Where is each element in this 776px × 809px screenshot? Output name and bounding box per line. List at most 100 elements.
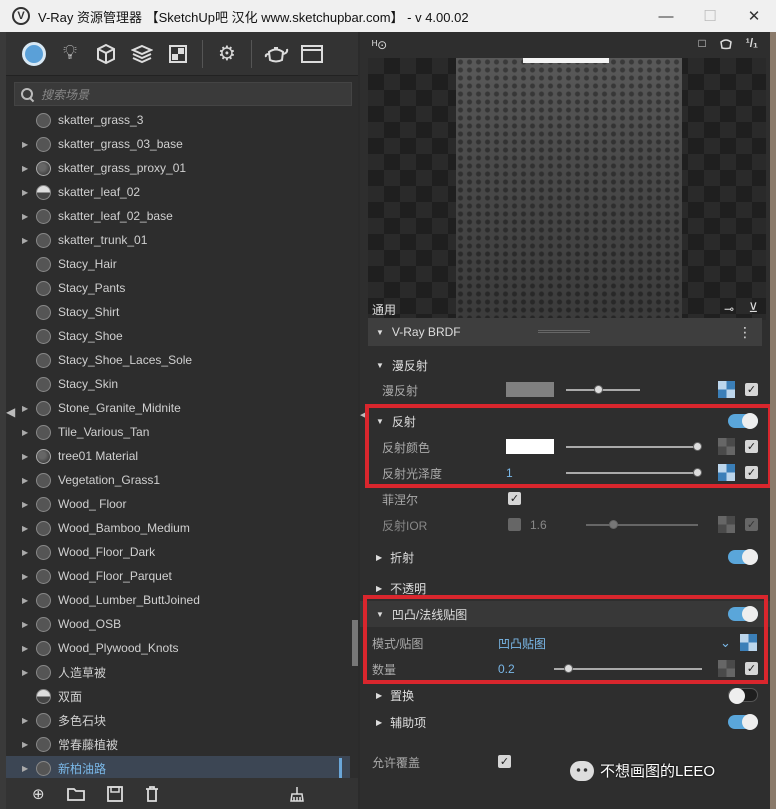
- preview-background-icon[interactable]: □: [698, 36, 705, 50]
- close-button[interactable]: ✕: [732, 0, 776, 32]
- expand-arrow-icon[interactable]: ▶: [22, 476, 36, 485]
- render-teapot-button[interactable]: [258, 36, 294, 72]
- reflection-glossiness-map-button[interactable]: [718, 464, 735, 481]
- reflection-ior-map-checkbox[interactable]: ✓: [745, 518, 758, 531]
- material-list-item[interactable]: ▶ Stone_Granite_Midnite: [6, 396, 350, 420]
- reflection-glossiness-value[interactable]: 1: [506, 466, 513, 480]
- expand-arrow-icon[interactable]: ▶: [22, 500, 36, 509]
- expand-arrow-icon[interactable]: ▶: [22, 764, 36, 773]
- expand-arrow-icon[interactable]: ▶: [22, 716, 36, 725]
- list-scrollbar[interactable]: [352, 110, 358, 778]
- expand-arrow-icon[interactable]: ▶: [22, 644, 36, 653]
- reflection-toggle[interactable]: [728, 413, 758, 429]
- layers-tab[interactable]: [124, 36, 160, 72]
- settings-tab[interactable]: ⚙: [209, 36, 245, 72]
- diffuse-color-swatch[interactable]: [506, 382, 554, 397]
- maximize-button[interactable]: ☐: [688, 0, 732, 32]
- refraction-expand-icon[interactable]: ▶: [376, 553, 382, 562]
- expand-arrow-icon[interactable]: ▶: [22, 140, 36, 149]
- bump-mode-value[interactable]: 凹凸贴图: [498, 635, 546, 652]
- drag-handle-icon[interactable]: [538, 330, 590, 334]
- expand-arrow-icon[interactable]: ▶: [22, 596, 36, 605]
- expand-arrow-icon[interactable]: ▶: [22, 188, 36, 197]
- bump-amount-slider-knob[interactable]: [563, 664, 573, 673]
- preview-resolution-icon[interactable]: ¹/₁: [746, 36, 758, 50]
- save-icon[interactable]: [106, 785, 123, 802]
- reflection-color-swatch[interactable]: [506, 439, 554, 454]
- delete-icon[interactable]: [145, 785, 159, 802]
- purge-icon[interactable]: [289, 786, 305, 802]
- material-list-item[interactable]: 双面: [6, 684, 350, 708]
- material-list-item[interactable]: ▶ Wood_Floor_Parquet: [6, 564, 350, 588]
- expand-arrow-icon[interactable]: ▶: [22, 620, 36, 629]
- reflection-color-slider[interactable]: [566, 442, 702, 451]
- material-list-item[interactable]: ▶ skatter_grass_proxy_01: [6, 156, 350, 180]
- bump-amount-map-button[interactable]: [718, 660, 735, 677]
- reflection-ior-value[interactable]: 1.6: [530, 518, 547, 532]
- fresnel-checkbox[interactable]: ✓: [508, 492, 521, 505]
- open-folder-icon[interactable]: [66, 786, 85, 802]
- lights-tab[interactable]: 💡︎: [52, 36, 88, 72]
- diffuse-map-button[interactable]: [718, 381, 735, 398]
- reflection-ior-map-button[interactable]: [718, 516, 735, 533]
- bump-amount-value[interactable]: 0.2: [498, 662, 515, 676]
- bump-mode-dropdown-icon[interactable]: ⌄: [720, 635, 731, 651]
- bump-map-button[interactable]: [740, 634, 757, 651]
- reflection-glossiness-slider[interactable]: [566, 468, 702, 477]
- material-list-item[interactable]: ▶ Wood_OSB: [6, 612, 350, 636]
- reflection-glossiness-slider-knob[interactable]: [693, 468, 702, 477]
- material-list-item[interactable]: ▶ Vegetation_Grass1: [6, 468, 350, 492]
- material-list-item[interactable]: ▶ Tile_Various_Tan: [6, 420, 350, 444]
- collapse-right-pane-icon[interactable]: ◀: [360, 408, 368, 421]
- material-list-item[interactable]: ▶ 常春藤植被: [6, 732, 350, 756]
- diffuse-slider[interactable]: [566, 385, 640, 394]
- expand-arrow-icon[interactable]: ▶: [22, 164, 36, 173]
- more-options-icon[interactable]: ⋮: [738, 324, 752, 341]
- auxiliary-section-header[interactable]: ▶ 辅助项: [360, 709, 770, 735]
- vray-brdf-layer[interactable]: ▼ V-Ray BRDF ⋮: [368, 318, 762, 346]
- expand-arrow-icon[interactable]: ▶: [22, 668, 36, 677]
- material-list-item[interactable]: ▶ 新柏油路: [6, 756, 350, 778]
- preview-teapot-icon[interactable]: [718, 36, 734, 50]
- allow-override-checkbox[interactable]: ✓: [498, 755, 511, 768]
- expand-arrow-icon[interactable]: ▶: [22, 572, 36, 581]
- reflection-ior-slider-knob[interactable]: [609, 520, 618, 529]
- material-list-item[interactable]: ▶ skatter_grass_03_base: [6, 132, 350, 156]
- reflection-ior-checkbox[interactable]: [508, 518, 521, 531]
- opacity-section-header[interactable]: ▶ 不透明: [360, 577, 770, 599]
- expand-arrow-icon[interactable]: ▶: [22, 740, 36, 749]
- material-list-item[interactable]: ▶ skatter_leaf_02: [6, 180, 350, 204]
- auxiliary-toggle[interactable]: [728, 714, 758, 730]
- reflection-color-slider-knob[interactable]: [693, 442, 702, 451]
- expand-arrow-icon[interactable]: ▶: [22, 524, 36, 533]
- auxiliary-expand-icon[interactable]: ▶: [376, 718, 382, 727]
- material-list-item[interactable]: ▶ skatter_trunk_01: [6, 228, 350, 252]
- reflection-section-header[interactable]: ▼ 反射: [360, 408, 770, 434]
- render-elements-tab[interactable]: [160, 36, 196, 72]
- bump-amount-slider[interactable]: [554, 664, 702, 673]
- material-list-item[interactable]: ▶ Wood_Plywood_Knots: [6, 636, 350, 660]
- reflection-collapse-icon[interactable]: ▼: [376, 417, 384, 426]
- search-field[interactable]: 搜索场景: [14, 82, 352, 106]
- bump-collapse-icon[interactable]: ▼: [376, 610, 384, 619]
- material-list-item[interactable]: ▶ 多色石块: [6, 708, 350, 732]
- expand-arrow-icon[interactable]: ▶: [22, 452, 36, 461]
- expand-arrow-icon[interactable]: ▶: [22, 212, 36, 221]
- frame-buffer-button[interactable]: [294, 36, 330, 72]
- add-material-icon[interactable]: ⊕: [32, 785, 45, 803]
- collapse-left-pane-icon[interactable]: ◀: [6, 405, 15, 419]
- displacement-expand-icon[interactable]: ▶: [376, 691, 382, 700]
- expand-arrow-icon[interactable]: ▶: [22, 428, 36, 437]
- minimize-button[interactable]: —: [644, 0, 688, 32]
- expand-arrow-icon[interactable]: ▶: [22, 548, 36, 557]
- diffuse-map-checkbox[interactable]: ✓: [745, 383, 758, 396]
- material-list-item[interactable]: ▶ Wood_ Floor: [6, 492, 350, 516]
- bump-amount-map-checkbox[interactable]: ✓: [745, 662, 758, 675]
- material-list-item[interactable]: Stacy_Hair: [6, 252, 350, 276]
- opacity-expand-icon[interactable]: ▶: [376, 584, 382, 593]
- material-list-item[interactable]: ▶ 人造草被: [6, 660, 350, 684]
- list-scrollbar-thumb[interactable]: [352, 620, 358, 667]
- reflection-color-map-checkbox[interactable]: ✓: [745, 440, 758, 453]
- expand-arrow-icon[interactable]: ▶: [22, 236, 36, 245]
- reflection-color-map-button[interactable]: [718, 438, 735, 455]
